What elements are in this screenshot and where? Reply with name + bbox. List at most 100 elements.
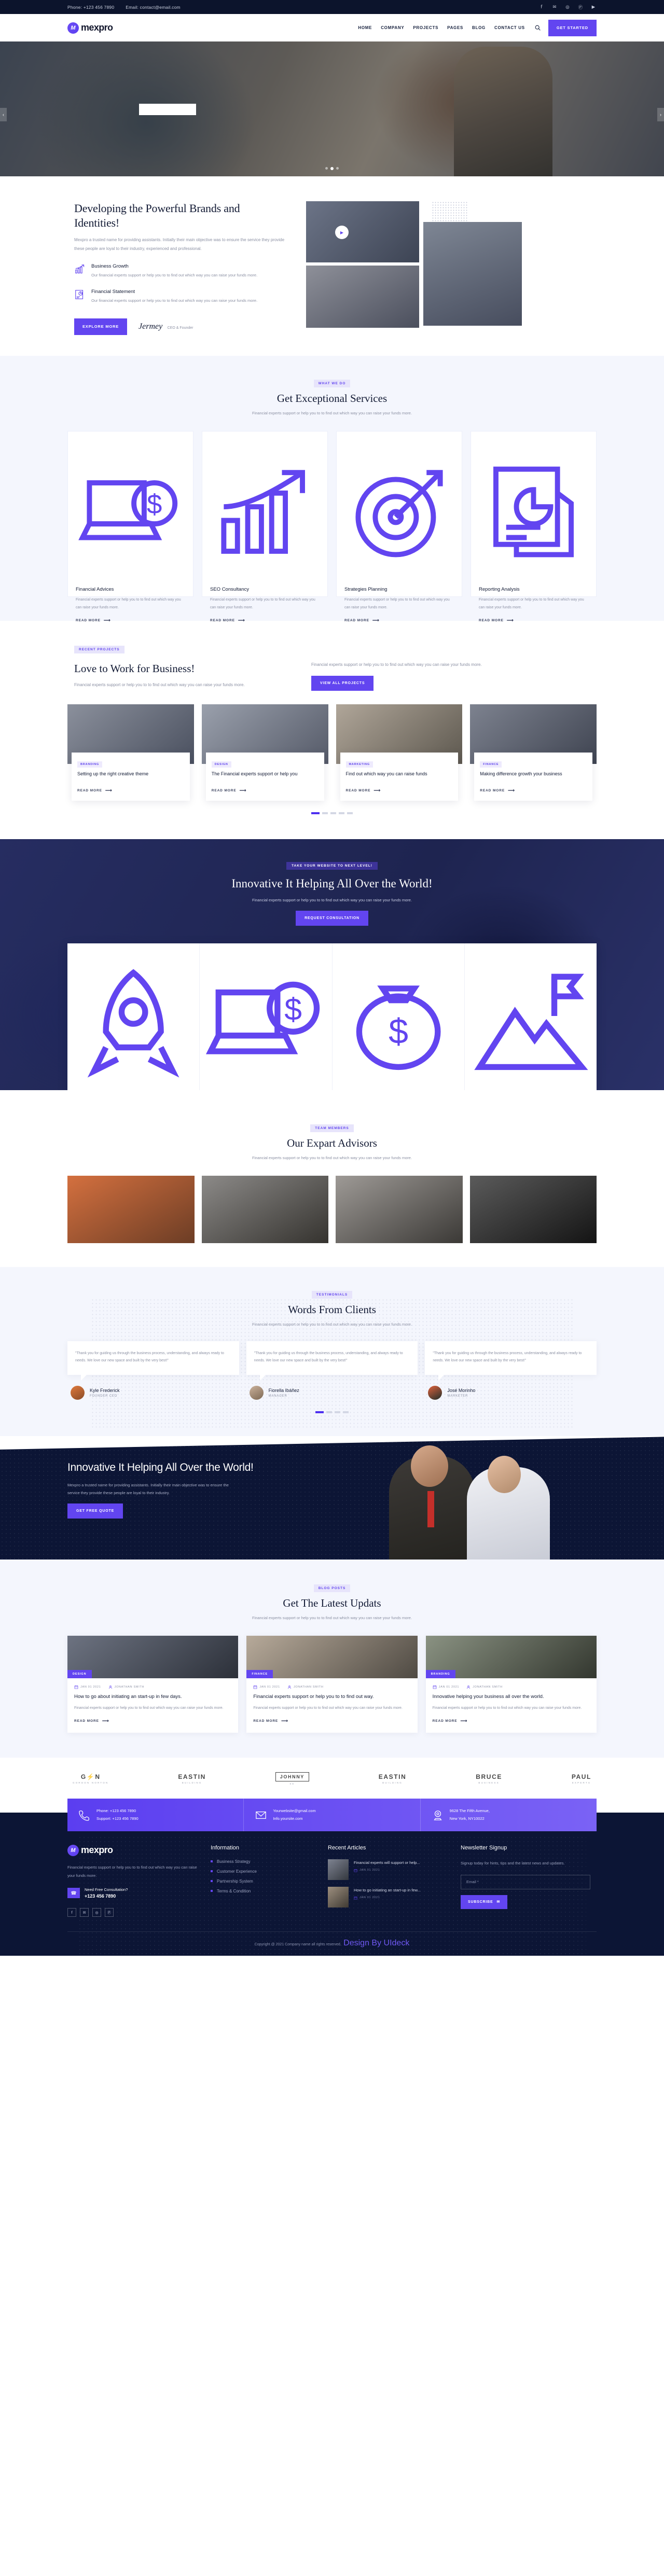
footer-article-item[interactable]: Financial experts will support or help..… xyxy=(328,1859,447,1880)
laptop-money-icon: $ xyxy=(76,440,185,587)
twitter-icon[interactable]: ✉ xyxy=(80,1908,89,1917)
team-member-photo[interactable] xyxy=(67,1175,195,1243)
blog-date: JAN 01 2021 xyxy=(253,1685,280,1689)
nav-item-company[interactable]: COMPANY xyxy=(381,25,404,30)
nav-item-blog[interactable]: BLOG xyxy=(472,25,486,30)
service-card[interactable]: $ Financial Advices Financial experts su… xyxy=(67,430,193,623)
about-body: Mexpro a trusted name for providing assi… xyxy=(74,238,285,252)
footer-link[interactable]: Terms & Condition xyxy=(217,1889,251,1893)
nav-item-pages[interactable]: PAGES xyxy=(447,25,463,30)
projects-dot-active[interactable] xyxy=(311,812,320,815)
pinterest-icon[interactable]: Ⓟ xyxy=(577,4,584,10)
hero-dot[interactable] xyxy=(336,167,339,170)
nav-menu: HOME COMPANY PROJECTS PAGES BLOG CONTACT… xyxy=(358,25,524,30)
project-read-more-link[interactable]: READ MORE ⟶ xyxy=(77,788,113,793)
service-card[interactable]: Strategies Planning Financial experts su… xyxy=(336,430,462,623)
subscribe-button[interactable]: SUBSCRIBE ✉ xyxy=(461,1895,508,1909)
pinterest-icon[interactable]: Ⓟ xyxy=(105,1908,114,1917)
footer-newsletter-title: Newsletter Signup xyxy=(461,1844,507,1851)
footer-consult-label: Need Free Consultation? xyxy=(85,1887,128,1892)
hero-search-input[interactable] xyxy=(139,104,196,115)
project-card[interactable]: BRANDING Setting up the right creative t… xyxy=(67,704,194,801)
testimonials-dot-active[interactable] xyxy=(315,1411,324,1414)
contact-line: Yourwebsite@gmail.com xyxy=(273,1808,316,1814)
footer-consult-phone[interactable]: +123 456 7890 xyxy=(85,1893,128,1899)
testimonials-dot[interactable] xyxy=(335,1411,340,1414)
client-sub: GORDON NORTON xyxy=(73,1781,109,1785)
blog-card[interactable]: BRANDING JAN 01 2021 JONATHAN SMITH Inno… xyxy=(425,1635,597,1733)
blog-card[interactable]: DESIGN JAN 01 2021 JONATHAN SMITH How to… xyxy=(67,1635,239,1733)
team-member-photo[interactable] xyxy=(469,1175,597,1243)
client-logo: PAUL EXPERTS xyxy=(572,1773,591,1784)
blog-read-more-link[interactable]: READ MORE ⟶ xyxy=(74,1718,109,1724)
client-name: EASTIN xyxy=(178,1773,206,1781)
blog-date-text: JAN 01 2021 xyxy=(438,1685,460,1689)
service-read-more-link[interactable]: READ MORE ⟶ xyxy=(344,618,380,623)
quote-cta-title: Innovative It Helping All Over the World… xyxy=(67,1461,254,1474)
projects-dot[interactable] xyxy=(339,812,344,815)
twitter-icon[interactable]: ✉ xyxy=(551,4,558,10)
instagram-icon[interactable]: ◎ xyxy=(92,1908,101,1917)
page-root: Phone: +123 456 7890 Email: contact@emai… xyxy=(0,0,664,1956)
project-read-more-link[interactable]: READ MORE ⟶ xyxy=(346,788,381,793)
projects-dot[interactable] xyxy=(322,812,328,815)
footer-link-item[interactable]: Business Strategy xyxy=(211,1859,314,1864)
footer-link[interactable]: Customer Experience xyxy=(217,1869,257,1874)
facebook-icon[interactable]: f xyxy=(67,1908,76,1917)
team-subtitle: Financial experts support or help you to… xyxy=(252,1155,412,1161)
testimonials-dot[interactable] xyxy=(343,1411,349,1414)
instagram-icon[interactable]: ◎ xyxy=(564,4,571,10)
service-read-more-link[interactable]: READ MORE ⟶ xyxy=(479,618,514,623)
paper-plane-icon: ✉ xyxy=(496,1900,501,1904)
get-free-quote-button[interactable]: GET FREE QUOTE xyxy=(67,1503,123,1519)
view-all-projects-button[interactable]: VIEW ALL PROJECTS xyxy=(311,676,374,691)
projects-dot[interactable] xyxy=(347,812,353,815)
footer-link[interactable]: Business Strategy xyxy=(217,1859,250,1864)
get-started-button[interactable]: GET STARTED xyxy=(548,19,597,36)
service-card[interactable]: Reporting Analysis Financial experts sup… xyxy=(471,430,597,623)
hero-dot[interactable] xyxy=(325,167,328,170)
testimonial-card: "Thank you for guiding us through the bu… xyxy=(425,1341,597,1400)
request-consultation-button[interactable]: REQUEST CONSULTATION xyxy=(296,910,368,926)
project-card[interactable]: FINANCE Making difference growth your bu… xyxy=(470,704,597,801)
team-member-photo[interactable] xyxy=(336,1175,463,1243)
footer-link-item[interactable]: Partnership System xyxy=(211,1879,314,1884)
footer-link[interactable]: Partnership System xyxy=(217,1879,253,1884)
project-card[interactable]: MARKETING Find out which way you can rai… xyxy=(336,704,463,801)
hero-next-arrow[interactable]: › xyxy=(657,108,664,121)
project-tag: BRANDING xyxy=(77,761,103,768)
service-card[interactable]: SEO Consultancy Financial experts suppor… xyxy=(202,430,328,623)
hero-prev-arrow[interactable]: ‹ xyxy=(0,108,7,121)
explore-more-button[interactable]: EXPLORE MORE xyxy=(74,318,128,335)
site-logo[interactable]: M mexpro xyxy=(67,22,113,34)
service-text: Financial experts support or help you to… xyxy=(76,598,181,609)
nav-item-projects[interactable]: PROJECTS xyxy=(413,25,438,30)
blog-read-more-link[interactable]: READ MORE ⟶ xyxy=(433,1718,468,1724)
footer-link-item[interactable]: Terms & Condition xyxy=(211,1889,314,1893)
testimonials-pill: TESTIMONIALS xyxy=(311,1290,353,1299)
project-card[interactable]: DESIGN The Financial experts support or … xyxy=(201,704,328,801)
projects-dot[interactable] xyxy=(330,812,336,815)
service-title: Strategies Planning xyxy=(344,587,388,593)
report-analysis-icon xyxy=(479,440,588,587)
newsletter-email-input[interactable] xyxy=(461,1874,590,1889)
project-read-more-link[interactable]: READ MORE ⟶ xyxy=(480,788,515,793)
nav-item-contact-us[interactable]: CONTACT US xyxy=(494,25,525,30)
facebook-icon[interactable]: f xyxy=(538,4,545,10)
blog-card[interactable]: FINANCE JAN 01 2021 JONATHAN SMITH Finan… xyxy=(246,1635,418,1733)
blog-date: JAN 01 2021 xyxy=(433,1685,460,1689)
search-icon[interactable] xyxy=(534,24,541,31)
service-read-more-link[interactable]: READ MORE ⟶ xyxy=(210,618,245,623)
project-read-more-link[interactable]: READ MORE ⟶ xyxy=(212,788,247,793)
team-member-photo[interactable] xyxy=(201,1175,328,1243)
hero-dot-active[interactable] xyxy=(330,167,334,170)
footer-link-item[interactable]: Customer Experience xyxy=(211,1869,314,1874)
service-read-more-link[interactable]: READ MORE ⟶ xyxy=(76,618,111,623)
nav-item-home[interactable]: HOME xyxy=(358,25,372,30)
footer-logo[interactable]: M mexpro xyxy=(67,1844,197,1856)
footer-article-item[interactable]: How to go initiating an start-up in few.… xyxy=(328,1886,447,1907)
testimonials-dot[interactable] xyxy=(326,1411,332,1414)
play-icon[interactable]: ▶ xyxy=(335,226,349,239)
youtube-icon[interactable]: ▶ xyxy=(590,4,597,10)
blog-read-more-link[interactable]: READ MORE ⟶ xyxy=(253,1718,288,1724)
